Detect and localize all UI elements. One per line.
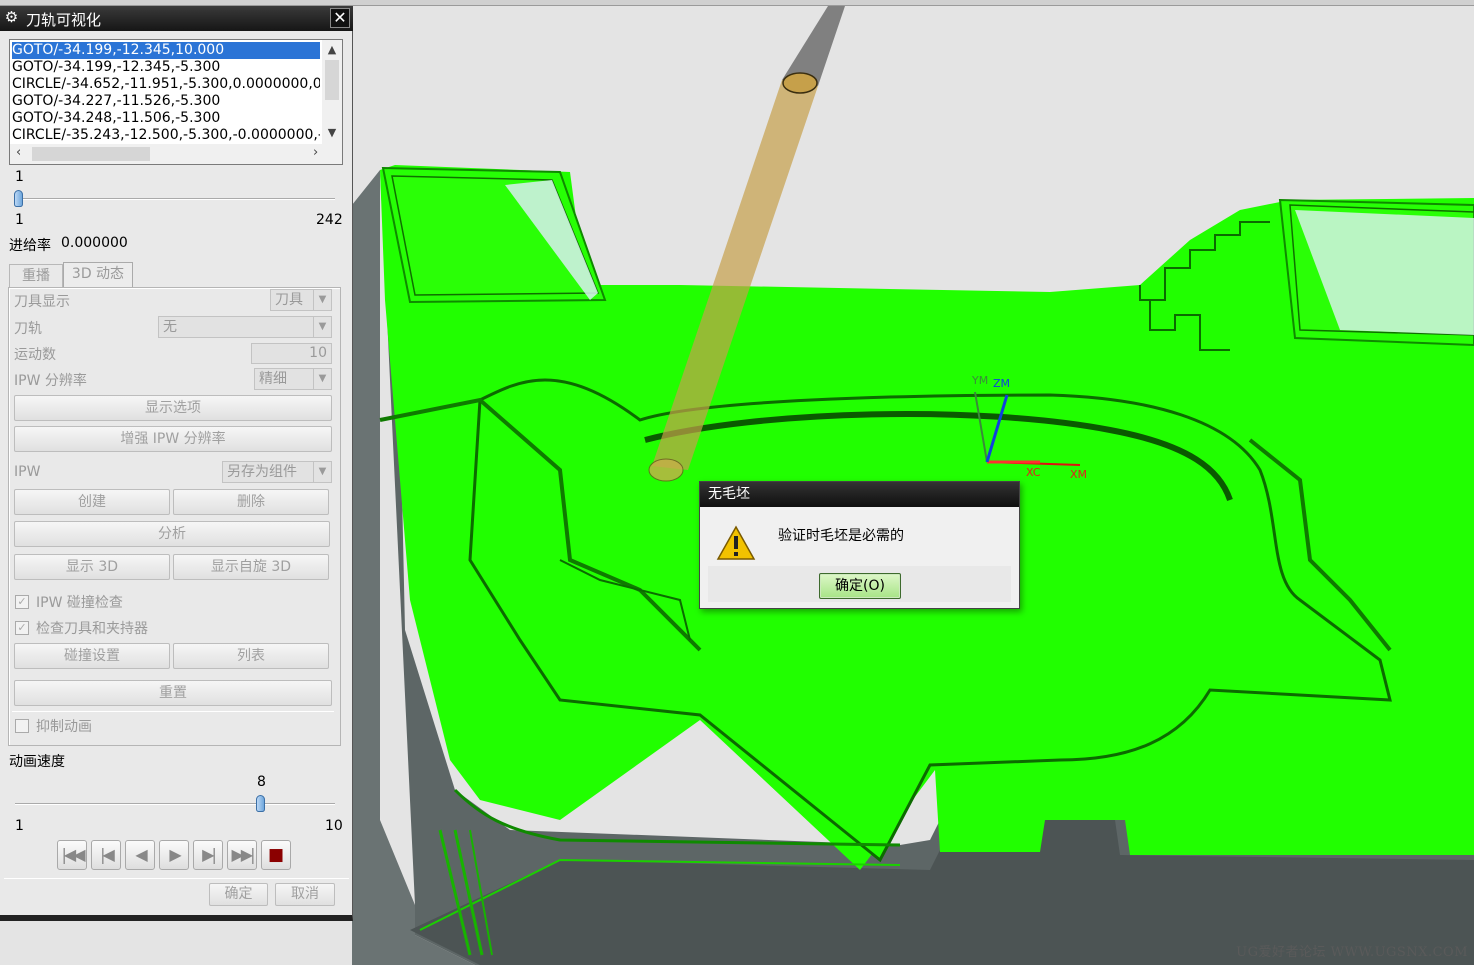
list-item[interactable]: CIRCLE/-35.243,-12.500,-5.300,-0.0000000… <box>12 127 320 144</box>
play-forward-button[interactable]: ▶ <box>159 840 189 870</box>
chevron-down-icon: ▼ <box>313 290 331 310</box>
suppress-animation-checkbox[interactable] <box>15 719 29 733</box>
list-item[interactable]: CIRCLE/-34.652,-11.951,-5.300,0.0000000,… <box>12 76 320 93</box>
display-options-button[interactable]: 显示选项 <box>14 395 332 421</box>
list-vertical-scrollbar[interactable]: ▲ ▼ <box>322 40 342 145</box>
step-slider-handle[interactable] <box>14 190 23 207</box>
list-button[interactable]: 列表 <box>173 643 329 669</box>
close-icon[interactable]: ✕ <box>330 8 350 28</box>
skip-start-icon: |◀◀ <box>61 845 86 864</box>
ipw-label: IPW <box>14 464 41 480</box>
no-blank-alert-dialog: 无毛坯 验证时毛坯是必需的 确定(O) <box>699 481 1020 609</box>
animation-speed-label: 动画速度 <box>9 754 65 770</box>
triad-ym-label: YM <box>972 374 989 387</box>
step-back-icon: |◀ <box>100 845 115 864</box>
speed-slider-max: 10 <box>325 818 343 834</box>
step-slider-value: 1 <box>15 169 24 185</box>
list-item[interactable]: GOTO/-34.227,-11.526,-5.300 <box>12 93 320 110</box>
feed-rate-label: 进给率 <box>9 238 51 254</box>
chevron-down-icon: ▼ <box>313 317 331 337</box>
show-3d-button[interactable]: 显示 3D <box>14 554 170 580</box>
chevron-down-icon: ▼ <box>313 462 331 482</box>
stop-icon: ■ <box>267 845 285 865</box>
alert-ok-button[interactable]: 确定(O) <box>819 573 901 599</box>
chevron-down-icon: ▼ <box>313 369 331 389</box>
triad-xm-label: XM <box>1070 468 1088 481</box>
ipw-resolution-value: 精细 <box>259 371 287 387</box>
tab-replay[interactable]: 重播 <box>9 264 63 288</box>
ipw-select[interactable]: 另存为组件 ▼ <box>222 461 332 483</box>
dialog-title: 刀轨可视化 <box>26 11 102 29</box>
tool-display-value: 刀具 <box>275 292 303 308</box>
list-item[interactable]: GOTO/-34.199,-12.345,-5.300 <box>12 59 320 76</box>
analyze-button[interactable]: 分析 <box>14 521 330 547</box>
check-tool-holder-checkbox[interactable]: ✓ <box>15 621 29 635</box>
suppress-animation-label: 抑制动画 <box>36 719 92 735</box>
dialog-titlebar[interactable]: ⚙ 刀轨可视化 ✕ <box>0 6 353 31</box>
list-item[interactable]: GOTO/-34.199,-12.345,10.000 <box>12 42 320 59</box>
toolpath-visualization-dialog: ⚙ 刀轨可视化 ✕ GOTO/-34.199,-12.345,10.000 GO… <box>0 6 353 921</box>
step-forward-button[interactable]: ▶| <box>193 840 223 870</box>
step-slider-max: 242 <box>316 212 343 228</box>
tab-3d-dynamic[interactable]: 3D 动态 <box>63 262 133 288</box>
show-spin-3d-button[interactable]: 显示自旋 3D <box>173 554 329 580</box>
gear-icon[interactable]: ⚙ <box>3 9 20 26</box>
tool-display-label: 刀具显示 <box>14 294 70 310</box>
list-horizontal-scrollbar[interactable]: ‹ › <box>10 144 342 164</box>
scroll-down-icon[interactable]: ▼ <box>322 126 342 139</box>
rewind-to-start-button[interactable]: |◀◀ <box>57 840 87 870</box>
play-icon: ▶ <box>169 845 181 864</box>
stop-button[interactable]: ■ <box>261 840 291 870</box>
toolpath-value: 无 <box>163 319 177 335</box>
feed-rate-value: 0.000000 <box>61 235 128 251</box>
speed-slider-min: 1 <box>15 818 24 834</box>
step-slider-min: 1 <box>15 212 24 228</box>
play-reverse-button[interactable]: ◀ <box>125 840 155 870</box>
motions-input[interactable]: 10 <box>251 343 332 364</box>
tool-display-select[interactable]: 刀具 ▼ <box>270 289 332 311</box>
step-slider-track[interactable] <box>15 198 335 200</box>
warning-icon <box>716 525 756 560</box>
create-button[interactable]: 创建 <box>14 489 170 515</box>
divider <box>12 711 334 712</box>
step-forward-icon: ▶| <box>202 845 217 864</box>
scrollbar-thumb[interactable] <box>32 147 150 161</box>
scroll-up-icon[interactable]: ▲ <box>322 43 342 56</box>
speed-slider-value: 8 <box>257 774 266 790</box>
reset-button[interactable]: 重置 <box>14 680 332 706</box>
scroll-right-icon[interactable]: › <box>313 145 318 160</box>
toolpath-list[interactable]: GOTO/-34.199,-12.345,10.000 GOTO/-34.199… <box>9 39 343 165</box>
ipw-resolution-label: IPW 分辨率 <box>14 373 87 389</box>
ok-button[interactable]: 确定 <box>209 883 268 906</box>
list-item[interactable]: GOTO/-34.248,-11.506,-5.300 <box>12 110 320 127</box>
triad-zm-label: ZM <box>993 377 1011 390</box>
ipw-collision-check-checkbox[interactable]: ✓ <box>15 595 29 609</box>
toolpath-select[interactable]: 无 ▼ <box>158 316 332 338</box>
ipw-collision-check-label: IPW 碰撞检查 <box>36 595 123 611</box>
play-reverse-icon: ◀ <box>135 845 147 864</box>
cancel-button[interactable]: 取消 <box>275 883 335 906</box>
divider <box>4 878 349 879</box>
skip-end-icon: ▶▶| <box>231 845 256 864</box>
check-tool-holder-label: 检查刀具和夹持器 <box>36 621 148 637</box>
ipw-value: 另存为组件 <box>227 464 297 480</box>
ipw-resolution-select[interactable]: 精细 ▼ <box>254 368 332 390</box>
alert-title[interactable]: 无毛坯 <box>700 482 1019 507</box>
alert-message: 验证时毛坯是必需的 <box>778 528 904 544</box>
watermark: UG爱好者论坛 WWW.UGSNX.COM <box>1236 945 1468 960</box>
speed-slider-track[interactable] <box>15 803 335 805</box>
collision-settings-button[interactable]: 碰撞设置 <box>14 643 170 669</box>
toolpath-label: 刀轨 <box>14 321 42 337</box>
delete-button[interactable]: 删除 <box>173 489 329 515</box>
triad-xc-label: XC <box>1026 466 1041 479</box>
speed-slider-handle[interactable] <box>255 795 265 812</box>
motions-label: 运动数 <box>14 347 56 363</box>
step-back-button[interactable]: |◀ <box>91 840 121 870</box>
scroll-left-icon[interactable]: ‹ <box>16 145 21 160</box>
enhance-ipw-resolution-button[interactable]: 增强 IPW 分辨率 <box>14 426 332 452</box>
scrollbar-thumb[interactable] <box>325 60 339 100</box>
fast-forward-to-end-button[interactable]: ▶▶| <box>227 840 257 870</box>
